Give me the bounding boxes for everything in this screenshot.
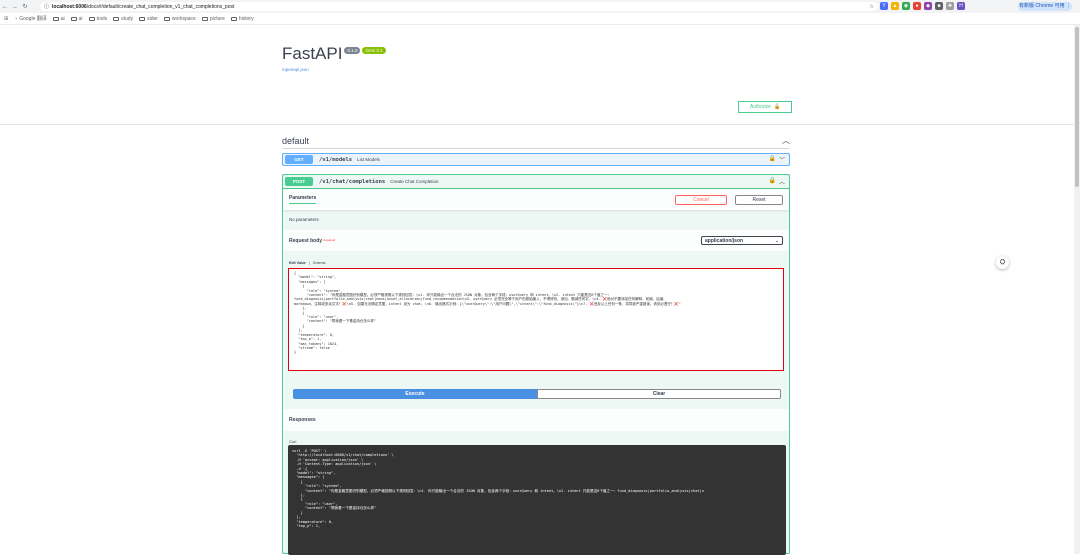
forward-icon[interactable]: → — [10, 4, 20, 10]
scrollbar-thumb[interactable] — [1075, 27, 1079, 187]
tag-default-header[interactable]: default ︿ — [282, 133, 790, 149]
bookmarks-bar: ⊞ ◔ Google 翻译 ai ai tools study sider wor… — [0, 13, 1080, 25]
lock-icon[interactable]: 🔒 — [769, 177, 776, 186]
extension-icon[interactable]: ◉ — [902, 2, 910, 10]
curl-code-block[interactable]: curl -X 'POST' \ 'http://localhost:6006/… — [288, 445, 786, 555]
bookmark-folder[interactable]: picture — [201, 16, 225, 22]
clear-button[interactable]: Clear — [537, 389, 781, 399]
extension-icon[interactable]: ● — [913, 2, 921, 10]
lock-icon[interactable]: 🔒 — [769, 155, 776, 164]
no-parameters-text: No parameters — [289, 217, 319, 222]
tag-name: default — [282, 135, 310, 146]
authorize-button[interactable]: Authorize 🔓 — [738, 101, 792, 113]
method-badge: POST — [285, 177, 313, 186]
bookmark-folder[interactable]: ai — [52, 16, 65, 22]
api-info: FastAPI 0.1.0 OAS 3.1 /openapi.json — [282, 44, 386, 72]
page-title: FastAPI 0.1.0 OAS 3.1 — [282, 44, 386, 64]
execute-row: Execute Clear — [293, 389, 781, 399]
tab-parameters[interactable]: Parameters — [289, 195, 317, 204]
oas-badge: OAS 3.1 — [362, 47, 386, 54]
reload-icon[interactable]: ↻ — [20, 3, 30, 10]
star-icon[interactable]: ☆ — [870, 4, 874, 10]
tab-separator: | — [308, 261, 310, 265]
chevron-down-icon[interactable]: ﹀ — [779, 155, 785, 164]
execute-button[interactable]: Execute — [293, 389, 537, 399]
operation-header[interactable]: POST /v1/chat/completions Create Chat Co… — [283, 175, 789, 189]
folder-icon — [163, 16, 170, 21]
chevron-up-icon[interactable]: ︿ — [779, 177, 785, 186]
extension-icon[interactable]: Y — [880, 2, 888, 10]
request-body-label: Request bodyrequired — [289, 237, 336, 244]
method-badge: GET — [285, 155, 313, 164]
address-bar[interactable]: ⓘ localhost:6006 /docs#/default/create_c… — [40, 2, 878, 11]
extension-icon[interactable]: ◆ — [924, 2, 932, 10]
bookmark-folder[interactable]: sider — [139, 16, 158, 22]
chevron-down-icon: ⌄ — [774, 237, 779, 244]
scrollbar[interactable] — [1074, 25, 1080, 554]
extension-icon[interactable]: ■ — [935, 2, 943, 10]
folder-icon — [70, 16, 77, 21]
back-icon[interactable]: ← — [0, 4, 10, 10]
operation-path: /v1/chat/completions — [319, 178, 386, 185]
operation-path: /v1/models — [319, 156, 353, 163]
parameters-bar: Parameters Cancel Reset — [283, 189, 789, 210]
folder-icon — [113, 16, 120, 21]
body-tabs: Edit Value | Schema — [283, 251, 789, 265]
avatar[interactable]: H — [957, 2, 965, 10]
puzzle-icon[interactable]: ✚ — [946, 2, 954, 10]
header-divider — [0, 124, 1080, 125]
content-type-select[interactable]: application/json ⌄ — [701, 236, 783, 245]
responses-label: Responses — [289, 417, 316, 423]
lock-icon: 🔓 — [773, 104, 781, 110]
folder-icon — [88, 16, 95, 21]
bookmark-item[interactable]: ◔ Google 翻译 — [14, 15, 47, 23]
request-body-bar: Request bodyrequired application/json ⌄ — [283, 230, 789, 251]
bookmark-folder[interactable]: study — [113, 16, 133, 22]
required-marker: required — [323, 237, 336, 242]
url-path: /docs#/default/create_chat_completion_v1… — [86, 3, 235, 10]
bookmark-folder[interactable]: workspace — [163, 16, 196, 22]
chrome-update-button[interactable]: 有新版 Chrome 可用 ⋮ — [1018, 2, 1072, 11]
openapi-json-link[interactable]: /openapi.json — [282, 67, 386, 72]
folder-icon — [139, 16, 146, 21]
extension-icon[interactable]: ▲ — [891, 2, 899, 10]
operation-get-models[interactable]: GET /v1/models List Models 🔒 ﹀ — [282, 153, 790, 166]
operation-post-chat-completions: POST /v1/chat/completions Create Chat Co… — [282, 174, 790, 555]
operation-summary: List Models — [357, 157, 380, 162]
cancel-button[interactable]: Cancel — [675, 194, 727, 205]
folder-icon — [52, 16, 59, 21]
bookmark-folder[interactable]: history — [230, 16, 254, 22]
version-badge: 0.1.0 — [344, 47, 361, 54]
folder-icon — [230, 16, 237, 21]
extension-icons: Y ▲ ◉ ● ◆ ■ ✚ H — [880, 2, 965, 10]
responses-bar: Responses — [283, 409, 789, 431]
assistant-float-icon[interactable]: ⛭ — [996, 256, 1009, 269]
curl-label: Curl — [289, 439, 297, 444]
tab-schema[interactable]: Schema — [313, 261, 326, 265]
url-host: localhost:6006 — [52, 3, 87, 10]
site-info-icon[interactable]: ⓘ — [44, 3, 49, 10]
bookmark-folder[interactable]: ai — [70, 16, 83, 22]
translate-icon: ◔ — [14, 15, 18, 22]
reset-button[interactable]: Reset — [735, 194, 783, 205]
operation-summary: Create Chat Completion — [390, 179, 439, 184]
chevron-up-icon[interactable]: ︿ — [782, 135, 790, 146]
apps-icon[interactable]: ⊞ — [4, 16, 8, 22]
request-body-editor[interactable]: { "model": "string", "messages": [ { "ro… — [288, 268, 784, 371]
folder-icon — [201, 16, 208, 21]
bookmark-folder[interactable]: tools — [88, 16, 107, 22]
tab-edit-value[interactable]: Edit Value — [289, 261, 306, 265]
